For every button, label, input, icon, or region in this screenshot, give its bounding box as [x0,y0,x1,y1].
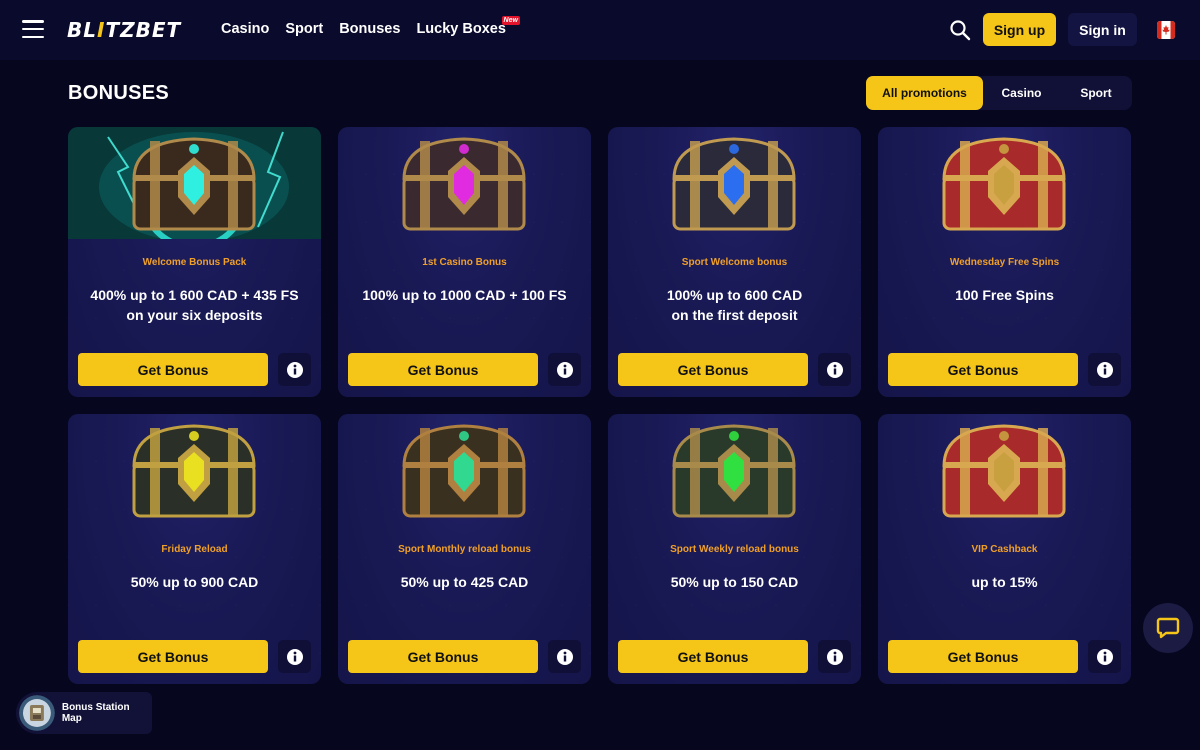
page-title: BONUSES [68,82,170,104]
bonus-description-line1: 100% up to 1000 CAD + 100 FS [362,287,567,303]
nav-lucky-boxes-label: Lucky Boxes [416,21,506,37]
info-icon [826,648,843,665]
get-bonus-button[interactable]: Get Bonus [618,353,808,386]
bonus-description-line1: 50% up to 425 CAD [400,574,529,590]
bonus-card: Sport Weekly reload bonus 50% up to 150 … [608,414,861,684]
search-icon[interactable] [949,19,971,41]
bonus-description: 50% up to 150 CAD [624,572,845,592]
info-button[interactable] [1088,353,1121,386]
info-button[interactable] [548,640,581,673]
bonus-card: VIP Cashback up to 15% Get Bonus [878,414,1131,684]
treasure-chest-image [942,424,1066,518]
top-header: BLITZBET Casino Sport Bonuses Lucky Boxe… [0,0,1200,60]
bonus-map-label: Bonus Station Map [61,702,130,724]
bonus-description-line1: 400% up to 1 600 CAD + 435 FS [90,287,299,303]
bonus-description-line1: up to 15% [971,574,1038,590]
promotion-filter-tabs: All promotions Casino Sport [866,76,1132,110]
main-nav: Casino Sport Bonuses Lucky Boxes New [221,16,520,38]
get-bonus-button[interactable]: Get Bonus [348,640,538,673]
bonus-description: 50% up to 900 CAD [84,572,305,592]
info-icon [556,361,573,378]
bonus-card: Sport Monthly reload bonus 50% up to 425… [338,414,591,684]
info-icon [1096,648,1113,665]
chat-button[interactable] [1143,603,1193,653]
brand-logo[interactable]: BLITZBET [67,17,181,43]
nav-sport[interactable]: Sport [285,20,323,38]
info-icon [286,361,303,378]
bonus-title: Wednesday Free Spins [949,257,1060,268]
treasure-chest-image [132,424,256,518]
bonus-title: VIP Cashback [971,544,1038,555]
bonus-description: 50% up to 425 CAD [354,572,575,592]
bonus-title: Sport Monthly reload bonus [398,544,531,555]
bonus-title: Sport Welcome bonus [681,257,788,268]
bonus-description: 100 Free Spins [894,285,1115,305]
new-badge: New [501,16,520,25]
info-button[interactable] [818,640,851,673]
bonus-description-line1: 100 Free Spins [955,287,1054,303]
nav-lucky-boxes[interactable]: Lucky Boxes New [416,16,520,38]
chat-icon [1156,617,1180,639]
bonus-station-map-button[interactable]: Bonus Station Map [16,692,152,734]
sign-up-button[interactable]: Sign up [983,13,1056,46]
tab-sport[interactable]: Sport [1060,76,1132,110]
treasure-chest-image [672,424,796,518]
info-icon [556,648,573,665]
tab-casino[interactable]: Casino [983,76,1060,110]
bonus-card: Sport Welcome bonus 100% up to 600 CAD o… [608,127,861,397]
info-button[interactable] [818,353,851,386]
sign-in-button[interactable]: Sign in [1068,13,1137,46]
bonus-description-line1: 50% up to 150 CAD [670,574,799,590]
bonus-card: Friday Reload 50% up to 900 CAD Get Bonu… [68,414,321,684]
info-button[interactable] [278,353,311,386]
bonus-title: Welcome Bonus Pack [142,257,247,268]
bonus-description: 100% up to 600 CAD on the first deposit [624,285,845,325]
treasure-chest-image [672,137,796,231]
info-icon [286,648,303,665]
bonus-description: up to 15% [894,572,1115,592]
nav-bonuses[interactable]: Bonuses [339,20,400,38]
bonus-card: Wednesday Free Spins 100 Free Spins Get … [878,127,1131,397]
nav-casino[interactable]: Casino [221,20,269,38]
bonus-card: Welcome Bonus Pack 400% up to 1 600 CAD … [68,127,321,397]
bonus-description-line1: 50% up to 900 CAD [130,574,259,590]
treasure-chest-image [942,137,1066,231]
bonus-description-line2: on the first deposit [671,307,798,323]
treasure-chest-image [402,424,526,518]
info-icon [826,361,843,378]
hamburger-icon[interactable] [22,20,44,38]
get-bonus-button[interactable]: Get Bonus [78,640,268,673]
bonus-description-line2: on your six deposits [126,307,263,323]
bonus-description: 100% up to 1000 CAD + 100 FS [354,285,575,305]
bonus-description: 400% up to 1 600 CAD + 435 FS on your si… [84,285,305,325]
info-button[interactable] [278,640,311,673]
canada-flag-icon[interactable] [1157,21,1175,39]
bonus-title: Friday Reload [161,544,228,555]
info-button[interactable] [548,353,581,386]
bonus-map-icon [19,695,55,731]
get-bonus-button[interactable]: Get Bonus [348,353,538,386]
get-bonus-button[interactable]: Get Bonus [78,353,268,386]
tab-all-promotions[interactable]: All promotions [866,76,983,110]
bonus-title: Sport Weekly reload bonus [670,544,799,555]
bonus-description-line1: 100% up to 600 CAD [666,287,803,303]
treasure-chest-image [68,127,321,239]
bonus-title: 1st Casino Bonus [422,257,507,268]
treasure-chest-image [402,137,526,231]
info-icon [1096,361,1113,378]
get-bonus-button[interactable]: Get Bonus [618,640,808,673]
get-bonus-button[interactable]: Get Bonus [888,353,1078,386]
get-bonus-button[interactable]: Get Bonus [888,640,1078,673]
bonus-card: 1st Casino Bonus 100% up to 1000 CAD + 1… [338,127,591,397]
info-button[interactable] [1088,640,1121,673]
